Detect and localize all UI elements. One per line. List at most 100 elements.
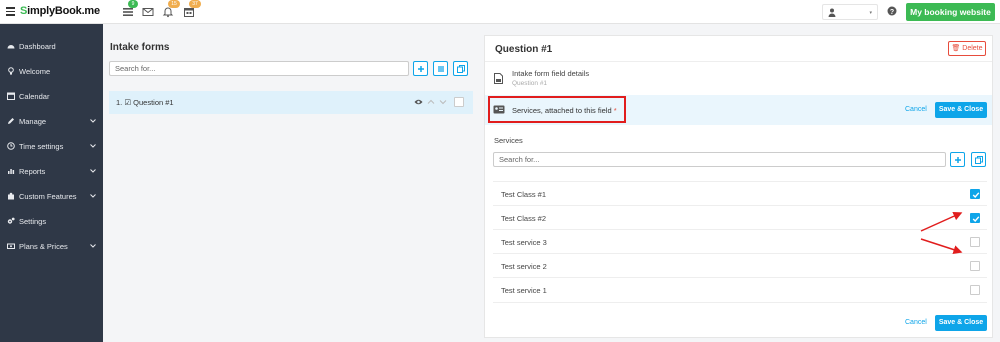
calendar-badge: 37 xyxy=(189,0,201,8)
sidebar-item-custom-features[interactable]: Custom Features xyxy=(0,184,103,208)
service-checkbox[interactable] xyxy=(970,261,980,271)
sidebar-item-label: Manage xyxy=(19,117,47,126)
question-detail-panel: Question #1 🗑 Delete Intake form field d… xyxy=(484,35,993,338)
list-view-button[interactable] xyxy=(433,61,448,76)
chevron-up-icon[interactable] xyxy=(427,98,435,106)
sidebar-item-label: Calendar xyxy=(19,92,50,101)
chevron-down-icon xyxy=(90,194,96,198)
sidebar-item-label: Custom Features xyxy=(19,192,77,201)
copy-button[interactable] xyxy=(453,61,468,76)
checkmark-icon xyxy=(972,216,980,223)
bar-chart-icon xyxy=(8,169,15,174)
id-card-icon xyxy=(493,105,505,114)
divider xyxy=(485,61,992,62)
top-bar: SimplyBook.me 9 15 37 ▾ ? My booking web… xyxy=(0,0,1000,24)
document-icon xyxy=(494,73,503,84)
user-icon xyxy=(828,8,836,17)
field-details-title: Intake form field details xyxy=(512,69,590,78)
list-icon xyxy=(438,66,444,72)
add-service-button[interactable] xyxy=(950,152,965,167)
chevron-down-icon[interactable] xyxy=(439,98,447,106)
sidebar-item-label: Time settings xyxy=(19,142,64,151)
bulb-icon xyxy=(8,67,14,75)
menu-icon[interactable] xyxy=(6,7,15,16)
question-checkbox[interactable] xyxy=(454,97,464,107)
service-name: Test Class #1 xyxy=(501,190,547,199)
bell-icon[interactable]: 15 xyxy=(162,0,180,18)
services-label: Services xyxy=(494,136,523,145)
dashboard-icon xyxy=(7,45,15,49)
chevron-down-icon xyxy=(90,144,96,148)
services-attached-section[interactable]: Services, attached to this field * Cance… xyxy=(485,95,992,125)
sidebar-item-label: Reports xyxy=(19,167,46,176)
service-name: Test service 3 xyxy=(501,238,547,247)
cancel-link-bottom[interactable]: Cancel xyxy=(905,319,927,326)
checkmark-icon xyxy=(972,192,980,199)
sidebar-item-reports[interactable]: Reports xyxy=(0,159,103,183)
divider xyxy=(493,302,987,303)
logo[interactable]: SimplyBook.me xyxy=(20,5,100,17)
plus-icon xyxy=(955,157,961,163)
calendar-icon xyxy=(7,92,15,100)
service-row[interactable]: Test service 2 xyxy=(493,253,987,277)
my-booking-website-button[interactable]: My booking website xyxy=(906,3,995,21)
service-row[interactable]: Test service 1 xyxy=(493,277,987,301)
service-name: Test service 1 xyxy=(501,286,547,295)
user-menu-dropdown[interactable]: ▾ xyxy=(822,4,878,20)
plus-icon xyxy=(418,66,424,72)
sidebar-item-label: Dashboard xyxy=(19,42,56,51)
list-badge: 9 xyxy=(128,0,138,8)
bell-badge: 15 xyxy=(168,0,180,8)
service-checkbox[interactable] xyxy=(970,237,980,247)
service-row[interactable]: Test Class #2 xyxy=(493,205,987,229)
sidebar-item-calendar[interactable]: Calendar xyxy=(0,84,103,108)
sidebar-item-welcome[interactable]: Welcome xyxy=(0,59,103,83)
clock-icon xyxy=(7,142,15,150)
sidebar-item-plans-prices[interactable]: Plans & Prices xyxy=(0,234,103,258)
service-name: Test Class #2 xyxy=(501,214,547,223)
service-row[interactable]: Test Class #1 xyxy=(493,181,987,205)
add-question-button[interactable] xyxy=(413,61,428,76)
question-title: Question #1 xyxy=(495,44,553,55)
service-row[interactable]: Test service 3 xyxy=(493,229,987,253)
puzzle-icon xyxy=(8,192,14,200)
question-label: 1. ☑ Question #1 xyxy=(116,98,174,107)
copy-services-button[interactable] xyxy=(971,152,986,167)
sidebar-item-manage[interactable]: Manage xyxy=(0,109,103,133)
service-checkbox-checked[interactable] xyxy=(970,189,980,199)
sidebar-item-label: Settings xyxy=(19,217,47,226)
help-icon[interactable]: ? xyxy=(887,6,897,16)
services-attached-label: Services, attached to this field * xyxy=(512,106,617,115)
service-name: Test service 2 xyxy=(501,262,547,271)
services-search-input[interactable]: Search for... xyxy=(493,152,946,167)
copy-icon xyxy=(975,156,983,164)
money-icon xyxy=(7,243,15,249)
service-checkbox[interactable] xyxy=(970,285,980,295)
service-checkbox-checked[interactable] xyxy=(970,213,980,223)
sidebar-item-time-settings[interactable]: Time settings xyxy=(0,134,103,158)
eye-icon[interactable] xyxy=(414,98,423,106)
save-close-button[interactable]: Save & Close xyxy=(935,102,987,118)
chevron-down-icon xyxy=(90,119,96,123)
intake-forms-panel: Intake forms Search for... 1. ☑ Question… xyxy=(103,24,478,342)
envelope-icon[interactable] xyxy=(142,6,154,18)
delete-button[interactable]: 🗑 Delete xyxy=(948,41,986,56)
field-details-subtitle: Question #1 xyxy=(512,80,548,87)
intake-search-input[interactable]: Search for... xyxy=(109,61,409,76)
save-close-button-bottom[interactable]: Save & Close xyxy=(935,315,987,331)
sidebar-item-label: Welcome xyxy=(19,67,51,76)
list-icon[interactable]: 9 xyxy=(122,0,138,18)
cancel-link[interactable]: Cancel xyxy=(905,106,927,113)
copy-icon xyxy=(457,65,465,73)
caret-down-icon: ▾ xyxy=(869,10,872,16)
pencil-icon xyxy=(8,118,14,124)
sidebar-item-dashboard[interactable]: Dashboard xyxy=(0,34,103,58)
calendar-icon[interactable]: 37 xyxy=(183,0,201,18)
svg-text:?: ? xyxy=(890,9,894,16)
chevron-down-icon xyxy=(90,244,96,248)
sidebar: Dashboard Welcome Calendar Manage Time s… xyxy=(0,24,103,342)
chevron-down-icon xyxy=(90,169,96,173)
sidebar-item-settings[interactable]: Settings xyxy=(0,209,103,233)
question-row[interactable]: 1. ☑ Question #1 xyxy=(109,91,473,114)
gears-icon xyxy=(7,217,15,224)
